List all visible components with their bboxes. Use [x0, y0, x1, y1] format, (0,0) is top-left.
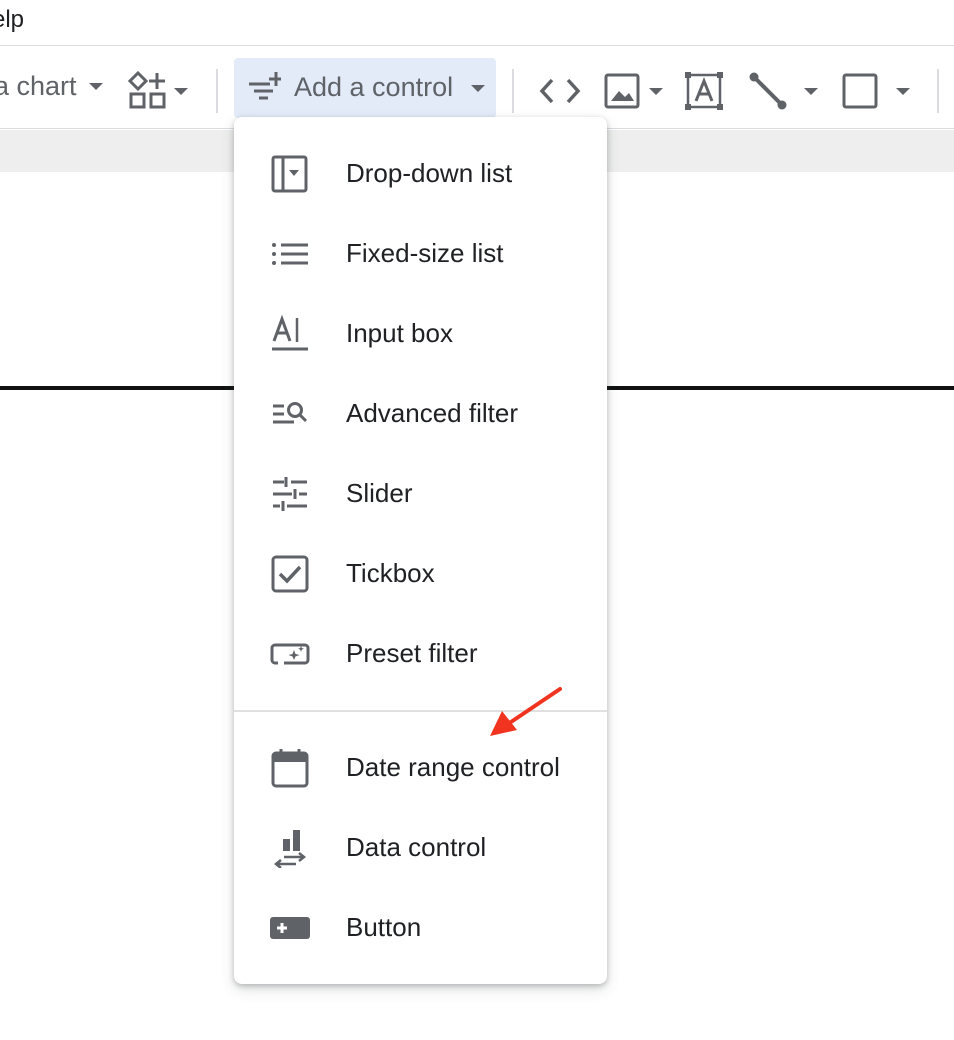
button-icon — [270, 917, 310, 939]
text-button[interactable] — [684, 71, 724, 111]
chevron-down-icon — [471, 85, 485, 92]
add-component-button[interactable] — [128, 71, 188, 111]
rectangle-icon — [842, 73, 878, 109]
add-control-menu: Drop-down list Fixed-size list Input box — [234, 117, 607, 984]
menu-help[interactable]: elp — [0, 6, 24, 34]
chevron-down-icon — [804, 87, 818, 95]
menu-item-input-box[interactable]: Input box — [234, 294, 607, 374]
toolbar-divider — [937, 69, 939, 113]
menu-item-fixed-size-list[interactable]: Fixed-size list — [234, 214, 607, 294]
menu-item-data-control[interactable]: Data control — [234, 808, 607, 888]
menu-item-button[interactable]: Button — [234, 888, 607, 968]
menu-item-drop-down-list[interactable]: Drop-down list — [234, 134, 607, 214]
code-icon — [539, 78, 581, 104]
list-icon — [272, 243, 308, 265]
preset-filter-icon — [270, 643, 310, 665]
add-control-icon — [249, 72, 281, 100]
menu-item-label: Slider — [346, 478, 413, 508]
slider-icon — [273, 477, 307, 511]
menu-bar: elp — [0, 0, 954, 46]
menu-item-slider[interactable]: Slider — [234, 454, 607, 534]
calendar-icon — [271, 749, 309, 788]
menu-item-label: Advanced filter — [346, 398, 518, 428]
add-chart-button[interactable]: a chart — [0, 71, 103, 102]
menu-item-label: Data control — [346, 832, 487, 862]
data-control-icon — [273, 830, 307, 868]
shape-button[interactable] — [841, 71, 910, 111]
line-icon — [749, 72, 787, 110]
chevron-down-icon — [649, 87, 663, 95]
advanced-filter-icon — [273, 402, 308, 424]
chevron-down-icon — [88, 83, 103, 90]
add-control-label: Add a control — [294, 72, 454, 102]
menu-item-label: Tickbox — [346, 558, 435, 588]
toolbar-divider — [216, 69, 218, 113]
add-chart-label: a chart — [0, 71, 77, 101]
chevron-down-icon — [896, 87, 910, 95]
checkbox-icon — [271, 555, 309, 593]
menu-item-label: Drop-down list — [346, 158, 513, 188]
red-arrow-annotation — [490, 687, 562, 736]
chevron-down-icon — [174, 87, 188, 95]
menu-item-tickbox[interactable]: Tickbox — [234, 534, 607, 614]
line-button[interactable] — [748, 71, 818, 111]
add-control-button[interactable]: Add a control — [234, 58, 496, 118]
add-component-icon — [128, 71, 166, 109]
image-button[interactable] — [603, 71, 663, 111]
menu-item-label: Preset filter — [346, 638, 478, 668]
input-box-icon — [272, 314, 308, 351]
menu-item-label: Date range control — [346, 752, 560, 782]
embed-url-button[interactable] — [538, 71, 582, 111]
image-icon — [604, 73, 640, 109]
menu-item-advanced-filter[interactable]: Advanced filter — [234, 374, 607, 454]
dropdown-list-icon — [271, 155, 308, 193]
menu-item-label: Fixed-size list — [346, 238, 504, 268]
menu-item-label: Button — [346, 912, 422, 942]
text-box-icon — [685, 72, 723, 110]
menu-item-label: Input box — [346, 318, 453, 348]
toolbar-divider — [512, 69, 514, 113]
